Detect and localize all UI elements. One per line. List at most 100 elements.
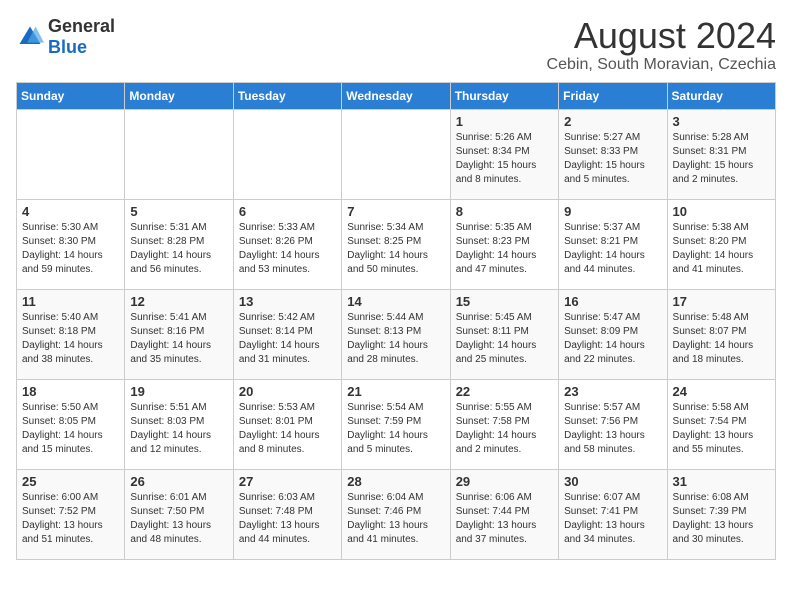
day-info: Sunrise: 5:55 AM Sunset: 7:58 PM Dayligh… xyxy=(456,401,553,457)
day-info: Sunrise: 5:47 AM Sunset: 8:09 PM Dayligh… xyxy=(564,311,661,367)
day-info: Sunrise: 5:58 AM Sunset: 7:54 PM Dayligh… xyxy=(673,401,770,457)
calendar-cell: 7 Sunrise: 5:34 AM Sunset: 8:25 PM Daylig… xyxy=(342,199,450,289)
calendar-cell: 20 Sunrise: 5:53 AM Sunset: 8:01 PM Dayli… xyxy=(233,379,341,469)
title-block: August 2024 Cebin, South Moravian, Czech… xyxy=(547,16,776,74)
calendar-cell: 28 Sunrise: 6:04 AM Sunset: 7:46 PM Dayli… xyxy=(342,469,450,559)
calendar-table: SundayMondayTuesdayWednesdayThursdayFrid… xyxy=(16,82,776,560)
day-number: 8 xyxy=(456,204,553,219)
day-number: 11 xyxy=(22,294,119,309)
day-number: 31 xyxy=(673,474,770,489)
calendar-cell xyxy=(17,109,125,199)
calendar-cell: 1Sunrise: 5:26 AM Sunset: 8:34 PM Daylig… xyxy=(450,109,558,199)
day-number: 19 xyxy=(130,384,227,399)
calendar-cell: 9Sunrise: 5:37 AM Sunset: 8:21 PM Daylig… xyxy=(559,199,667,289)
day-info: Sunrise: 5:45 AM Sunset: 8:11 PM Dayligh… xyxy=(456,311,553,367)
logo: General Blue xyxy=(16,16,115,58)
day-number: 12 xyxy=(130,294,227,309)
calendar-cell: 19Sunrise: 5:51 AM Sunset: 8:03 PM Dayli… xyxy=(125,379,233,469)
day-number: 23 xyxy=(564,384,661,399)
day-number: 17 xyxy=(673,294,770,309)
calendar-cell: 6 Sunrise: 5:33 AM Sunset: 8:26 PM Daylig… xyxy=(233,199,341,289)
calendar-week-4: 18 Sunrise: 5:50 AM Sunset: 8:05 PM Dayli… xyxy=(17,379,776,469)
day-info: Sunrise: 6:04 AM Sunset: 7:46 PM Dayligh… xyxy=(347,491,444,547)
header-thursday: Thursday xyxy=(450,82,558,109)
logo-blue: Blue xyxy=(48,37,87,57)
day-info: Sunrise: 5:38 AM Sunset: 8:20 PM Dayligh… xyxy=(673,221,770,277)
day-number: 13 xyxy=(239,294,336,309)
calendar-cell: 3 Sunrise: 5:28 AM Sunset: 8:31 PM Daylig… xyxy=(667,109,775,199)
day-number: 16 xyxy=(564,294,661,309)
day-info: Sunrise: 5:27 AM Sunset: 8:33 PM Dayligh… xyxy=(564,131,661,187)
day-number: 25 xyxy=(22,474,119,489)
calendar-cell: 17 Sunrise: 5:48 AM Sunset: 8:07 PM Dayli… xyxy=(667,289,775,379)
calendar-cell: 10 Sunrise: 5:38 AM Sunset: 8:20 PM Dayli… xyxy=(667,199,775,289)
day-number: 30 xyxy=(564,474,661,489)
day-info: Sunrise: 5:57 AM Sunset: 7:56 PM Dayligh… xyxy=(564,401,661,457)
day-info: Sunrise: 5:40 AM Sunset: 8:18 PM Dayligh… xyxy=(22,311,119,367)
day-number: 2 xyxy=(564,114,661,129)
calendar-cell: 30 Sunrise: 6:07 AM Sunset: 7:41 PM Dayli… xyxy=(559,469,667,559)
day-info: Sunrise: 5:42 AM Sunset: 8:14 PM Dayligh… xyxy=(239,311,336,367)
calendar-cell: 27Sunrise: 6:03 AM Sunset: 7:48 PM Dayli… xyxy=(233,469,341,559)
day-info: Sunrise: 5:31 AM Sunset: 8:28 PM Dayligh… xyxy=(130,221,227,277)
day-number: 5 xyxy=(130,204,227,219)
logo-text: General Blue xyxy=(48,16,115,58)
day-info: Sunrise: 6:07 AM Sunset: 7:41 PM Dayligh… xyxy=(564,491,661,547)
day-number: 22 xyxy=(456,384,553,399)
calendar-week-5: 25 Sunrise: 6:00 AM Sunset: 7:52 PM Dayli… xyxy=(17,469,776,559)
calendar-cell: 22 Sunrise: 5:55 AM Sunset: 7:58 PM Dayli… xyxy=(450,379,558,469)
day-number: 20 xyxy=(239,384,336,399)
calendar-cell: 21 Sunrise: 5:54 AM Sunset: 7:59 PM Dayli… xyxy=(342,379,450,469)
day-number: 3 xyxy=(673,114,770,129)
calendar-cell: 13 Sunrise: 5:42 AM Sunset: 8:14 PM Dayli… xyxy=(233,289,341,379)
day-number: 7 xyxy=(347,204,444,219)
day-number: 26 xyxy=(130,474,227,489)
day-info: Sunrise: 6:08 AM Sunset: 7:39 PM Dayligh… xyxy=(673,491,770,547)
day-info: Sunrise: 5:50 AM Sunset: 8:05 PM Dayligh… xyxy=(22,401,119,457)
day-info: Sunrise: 5:44 AM Sunset: 8:13 PM Dayligh… xyxy=(347,311,444,367)
calendar-cell: 15Sunrise: 5:45 AM Sunset: 8:11 PM Dayli… xyxy=(450,289,558,379)
header-friday: Friday xyxy=(559,82,667,109)
header-wednesday: Wednesday xyxy=(342,82,450,109)
header-saturday: Saturday xyxy=(667,82,775,109)
calendar-cell: 25 Sunrise: 6:00 AM Sunset: 7:52 PM Dayli… xyxy=(17,469,125,559)
day-number: 4 xyxy=(22,204,119,219)
calendar-cell xyxy=(342,109,450,199)
day-info: Sunrise: 5:34 AM Sunset: 8:25 PM Dayligh… xyxy=(347,221,444,277)
logo-icon xyxy=(16,23,44,51)
day-number: 24 xyxy=(673,384,770,399)
day-number: 28 xyxy=(347,474,444,489)
day-number: 29 xyxy=(456,474,553,489)
day-number: 10 xyxy=(673,204,770,219)
day-info: Sunrise: 5:35 AM Sunset: 8:23 PM Dayligh… xyxy=(456,221,553,277)
day-number: 18 xyxy=(22,384,119,399)
day-info: Sunrise: 6:01 AM Sunset: 7:50 PM Dayligh… xyxy=(130,491,227,547)
day-number: 9 xyxy=(564,204,661,219)
calendar-cell: 16 Sunrise: 5:47 AM Sunset: 8:09 PM Dayli… xyxy=(559,289,667,379)
calendar-cell: 29Sunrise: 6:06 AM Sunset: 7:44 PM Dayli… xyxy=(450,469,558,559)
calendar-header-row: SundayMondayTuesdayWednesdayThursdayFrid… xyxy=(17,82,776,109)
calendar-cell: 18 Sunrise: 5:50 AM Sunset: 8:05 PM Dayli… xyxy=(17,379,125,469)
calendar-week-3: 11 Sunrise: 5:40 AM Sunset: 8:18 PM Dayli… xyxy=(17,289,776,379)
day-number: 21 xyxy=(347,384,444,399)
day-info: Sunrise: 5:33 AM Sunset: 8:26 PM Dayligh… xyxy=(239,221,336,277)
day-number: 14 xyxy=(347,294,444,309)
calendar-week-1: 1Sunrise: 5:26 AM Sunset: 8:34 PM Daylig… xyxy=(17,109,776,199)
calendar-cell: 11 Sunrise: 5:40 AM Sunset: 8:18 PM Dayli… xyxy=(17,289,125,379)
day-info: Sunrise: 5:48 AM Sunset: 8:07 PM Dayligh… xyxy=(673,311,770,367)
day-info: Sunrise: 5:41 AM Sunset: 8:16 PM Dayligh… xyxy=(130,311,227,367)
day-info: Sunrise: 5:53 AM Sunset: 8:01 PM Dayligh… xyxy=(239,401,336,457)
month-year-title: August 2024 xyxy=(547,16,776,56)
day-info: Sunrise: 5:28 AM Sunset: 8:31 PM Dayligh… xyxy=(673,131,770,187)
page-header: General Blue August 2024 Cebin, South Mo… xyxy=(16,16,776,74)
calendar-cell: 5 Sunrise: 5:31 AM Sunset: 8:28 PM Daylig… xyxy=(125,199,233,289)
calendar-cell: 2 Sunrise: 5:27 AM Sunset: 8:33 PM Daylig… xyxy=(559,109,667,199)
day-number: 6 xyxy=(239,204,336,219)
day-info: Sunrise: 6:03 AM Sunset: 7:48 PM Dayligh… xyxy=(239,491,336,547)
day-info: Sunrise: 5:54 AM Sunset: 7:59 PM Dayligh… xyxy=(347,401,444,457)
calendar-cell: 26 Sunrise: 6:01 AM Sunset: 7:50 PM Dayli… xyxy=(125,469,233,559)
day-number: 1 xyxy=(456,114,553,129)
day-info: Sunrise: 6:00 AM Sunset: 7:52 PM Dayligh… xyxy=(22,491,119,547)
calendar-cell xyxy=(233,109,341,199)
logo-general: General xyxy=(48,16,115,36)
